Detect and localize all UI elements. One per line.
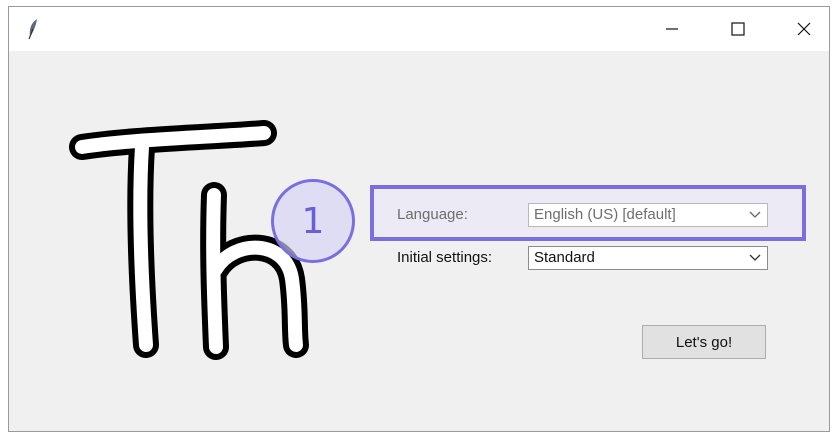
setup-window: Th 1 Language: English (US) [default] In…	[8, 6, 830, 432]
minimize-button[interactable]	[649, 7, 695, 51]
initial-settings-label: Initial settings:	[397, 249, 493, 266]
feather-icon	[23, 17, 43, 41]
maximize-icon	[731, 22, 745, 36]
initial-settings-select[interactable]: Standard	[528, 246, 768, 270]
title-bar	[9, 7, 829, 51]
language-select[interactable]: English (US) [default]	[528, 203, 768, 227]
close-icon	[797, 22, 811, 36]
annotation-badge: 1	[271, 179, 355, 263]
maximize-button[interactable]	[715, 7, 761, 51]
initial-settings-value: Standard	[534, 249, 595, 266]
language-select-value: English (US) [default]	[534, 206, 676, 223]
minimize-icon	[666, 28, 678, 30]
chevron-down-icon	[749, 254, 761, 261]
chevron-down-icon	[749, 211, 761, 218]
close-button[interactable]	[781, 7, 827, 51]
language-label: Language:	[397, 206, 468, 223]
lets-go-button[interactable]: Let's go!	[642, 325, 766, 359]
